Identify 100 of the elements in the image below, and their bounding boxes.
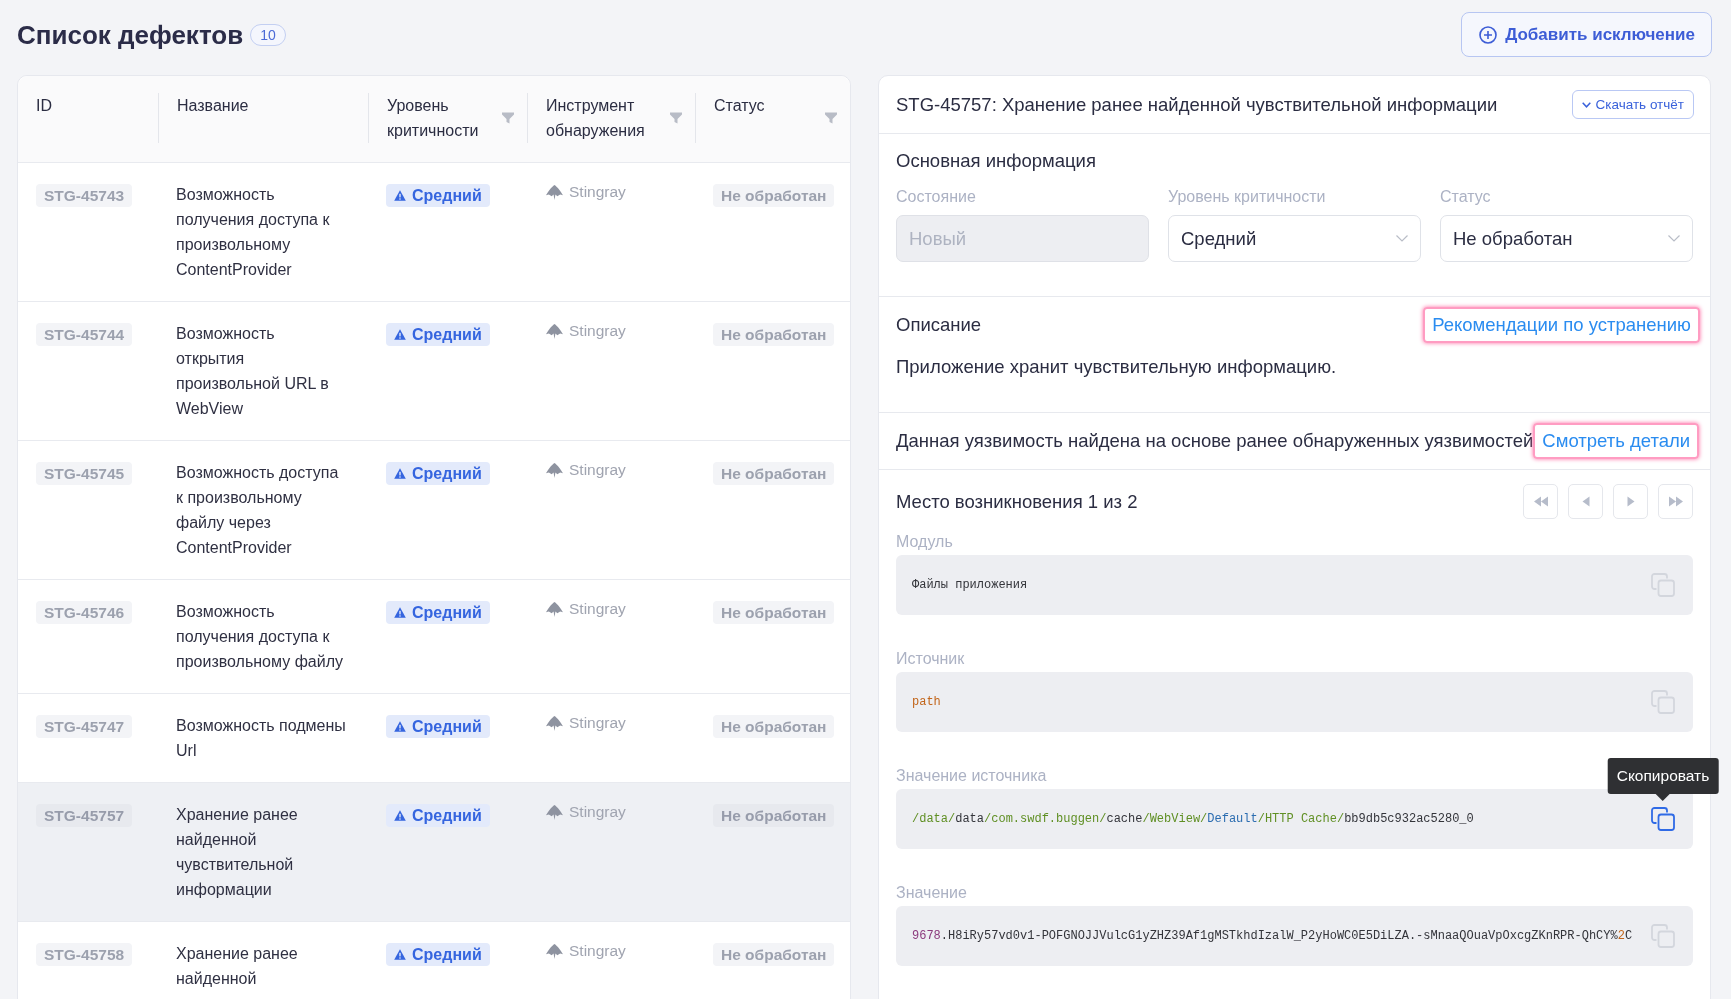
warning-icon [394,949,406,960]
first-button[interactable] [1523,484,1558,519]
column-header[interactable]: Название [177,93,249,118]
severity-text: Средний [412,186,482,206]
stingray-icon [545,803,564,821]
field-label: Источник [896,649,965,669]
tool-name: Stingray [569,713,626,733]
id-badge: STG-45744 [36,323,133,346]
code-text: Файлы приложения [912,578,1028,592]
severity-text: Средний [412,603,482,623]
field-label: Уровень критичности [1168,187,1326,207]
readonly-field: Новый [896,215,1149,262]
defect-name: Возможность подмены Url [176,716,347,761]
code-text: 9678.H8iRy57vd0v1-POFGNOJJVulcG1yZHZ39Af1gMSTkhdIzalW_P2yHoWC0E5DiLZA.-sMnaaQOuaVpOxcgZKnRPR-QhCY%2C [912,929,1633,943]
tool-name: Stingray [569,182,626,202]
defect-name: Возможность доступа к произвольному файлу через ContentProvider [176,463,340,558]
status-badge: Не обработан [713,943,835,966]
id-badge: STG-45757 [36,804,133,827]
copy-icon [1651,690,1675,714]
field-label: Состояние [896,187,976,207]
defect-name: Хранение ранее найденной [176,944,299,989]
id-badge: STG-45746 [36,601,133,624]
column-header[interactable]: ID [36,93,52,118]
column-header[interactable]: Статус [714,93,765,118]
warning-icon [394,190,406,201]
warning-icon [394,810,406,821]
count-badge: 10 [250,24,286,46]
copy-icon [1651,573,1675,597]
id-badge: STG-45743 [36,184,133,207]
warning-icon [394,607,406,618]
tool-name: Stingray [569,321,626,341]
status-badge: Не обработан [713,715,835,738]
status-badge: Не обработан [713,462,835,485]
field-label: Значение источника [896,766,1047,786]
filter-icon[interactable] [670,112,682,124]
chevron-down-icon [1581,101,1591,108]
warning-icon [394,329,406,340]
defect-name: Возможность открытия произвольной URL в WebView [176,324,330,419]
field-label: Модуль [896,532,953,552]
section-heading: Основная информация [896,150,1096,171]
field-label: Значение [896,883,967,903]
stingray-icon [545,942,564,960]
id-badge: STG-45745 [36,462,133,485]
dropdown-field[interactable]: Не обработан [1440,215,1693,262]
plus-circle-icon [1479,25,1498,44]
status-badge: Не обработан [713,601,835,624]
chevron-down-icon [1668,235,1680,242]
id-badge: STG-45747 [36,715,133,738]
tool-name: Stingray [569,599,626,619]
stingray-icon [545,600,564,618]
copy-icon [1651,807,1675,831]
severity-text: Средний [412,945,482,965]
dropdown-field[interactable]: Средний [1168,215,1421,262]
previous-button[interactable] [1568,484,1603,519]
last-button[interactable] [1658,484,1693,519]
status-badge: Не обработан [713,184,835,207]
status-badge: Не обработан [713,323,835,346]
severity-text: Средний [412,806,482,826]
download-report-button[interactable]: Скачать отчёт [1571,90,1694,119]
stingray-icon [545,714,564,732]
add-exception-button[interactable]: Добавить исключение [1461,12,1712,57]
column-header[interactable]: Уровень критичности [387,93,502,143]
status-badge: Не обработан [713,804,835,827]
defect-name: Хранение ранее найденной чувствительной информации [176,805,299,900]
severity-text: Средний [412,717,482,737]
code-text: /data/data/com.swdf.buggen/cache/WebView/Default/HTTP Cache/bb9db5c932ac5280_0 [912,812,1474,826]
double-triangle-left-icon [1532,496,1549,507]
triangle-left-icon [1581,496,1590,507]
warning-icon [394,468,406,479]
stingray-icon [545,322,564,340]
section-heading: Описание [896,313,982,337]
tooltip: Скопировать [1607,758,1719,801]
triangle-right-icon [1626,496,1635,507]
chevron-down-icon [1396,235,1408,242]
copy-button[interactable] [1651,807,1675,831]
defect-name: Возможность получения доступа к произвольному ContentProvider [176,185,331,280]
field-label: Статус [1440,187,1491,207]
section-heading: Место возникновения 1 из 2 [896,489,1138,514]
double-triangle-right-icon [1667,496,1684,507]
code-text: path [912,695,941,709]
severity-text: Средний [412,464,482,484]
column-header[interactable]: Инструмент обнаружения [546,93,670,143]
copy-icon [1651,924,1675,948]
defect-name: Возможность получения доступа к произвольному файлу [176,602,344,672]
origin-note-text: Данная уязвимость найдена на основе ранее обнаруженных уязвимостей [896,429,1534,453]
detail-title: STG-45757: Хранение ранее найденной чувствительной информации [896,93,1498,116]
page-title: Список дефектов [17,19,244,51]
filter-icon[interactable] [502,112,514,124]
tool-name: Stingray [569,460,626,480]
warning-icon [394,721,406,732]
filter-icon[interactable] [825,112,837,124]
description-text: Приложение хранит чувствительную информацию. [896,356,1337,377]
table-row[interactable]: STG-45757 Хранение ранее найденной чувствительной информации Средний Stingray Не обработан [18,783,850,922]
stingray-icon [545,183,564,201]
tool-name: Stingray [569,802,626,822]
tool-name: Stingray [569,941,626,961]
next-button[interactable] [1613,484,1648,519]
stingray-icon [545,461,564,479]
id-badge: STG-45758 [36,943,133,966]
severity-text: Средний [412,325,482,345]
